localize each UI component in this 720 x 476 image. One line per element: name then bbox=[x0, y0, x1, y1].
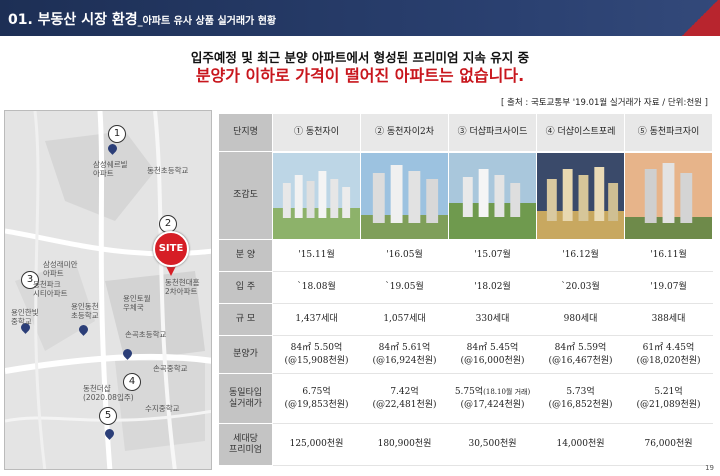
table-row-premium: 세대당 프리미엄 125,000천원 180,900천원 30,500천원 14… bbox=[218, 423, 713, 466]
map-label-samsung-raemian: 삼성래미안 아파트 bbox=[43, 260, 78, 278]
table-row-recent-price: 동일타입 실거래가 6.75억 (@19,853천원) 7.42억 (@22,481… bbox=[218, 373, 713, 424]
map-label-dongcheon-thesharp: 동천더샵 (2020.08입주) bbox=[83, 384, 134, 402]
rendering-image bbox=[448, 151, 537, 240]
table-cell: `20.03월 bbox=[536, 271, 625, 304]
table-cell: 180,900천원 bbox=[360, 423, 449, 466]
map-label-toweol-post: 용인토월 우체국 bbox=[123, 294, 151, 312]
table-row-move-in: 입 주 `18.08월 `19.05월 '18.02월 `20.03월 '19.… bbox=[218, 271, 713, 304]
map-label-samsung-cherville: 삼성쉐르빌 아파트 bbox=[93, 160, 128, 178]
table-cell: 61㎡ 4.45억 (@18,020천원) bbox=[624, 335, 713, 374]
apartment-rendering-1 bbox=[273, 152, 360, 239]
column-header: ① 동천자이 bbox=[272, 113, 361, 152]
table-cell: 84㎡ 5.50억 (@15,908천원) bbox=[272, 335, 361, 374]
table-cell: 84㎡ 5.45억 (@16,000천원) bbox=[448, 335, 537, 374]
table-cell: 30,500천원 bbox=[448, 423, 537, 466]
site-label: SITE bbox=[153, 231, 189, 267]
map-label-dongcheon-hyundai: 동천현대홈 2차아파트 bbox=[165, 278, 200, 296]
map-label-songok-elementary: 손곡초등학교 bbox=[125, 330, 167, 339]
site-pin: SITE bbox=[153, 231, 189, 277]
table-row-sale: 분 양 '15.11월 '16.05월 '15.07월 '16.12월 '16.… bbox=[218, 239, 713, 272]
row-label: 동일타입 실거래가 bbox=[218, 373, 273, 424]
map-label-dongcheon-parkcity: 동천파크 시티아파트 bbox=[33, 280, 68, 298]
apartment-rendering-4 bbox=[537, 152, 624, 239]
column-header: ⑤ 동천파크자이 bbox=[624, 113, 713, 152]
headline-emphasis: 분양가 이하로 가격이 떨어진 아파트는 없습니다. bbox=[195, 66, 525, 85]
header-accent bbox=[680, 0, 720, 36]
table-cell: '16.11월 bbox=[624, 239, 713, 272]
table-header-row: 단지명 ① 동천자이 ② 동천자이2차 ③ 더샵파크사이드 ④ 더샵이스트포레 … bbox=[218, 113, 713, 152]
rendering-image bbox=[624, 151, 713, 240]
table-cell: '19.07월 bbox=[624, 271, 713, 304]
page-number: 19 bbox=[705, 464, 714, 472]
table-cell: 980세대 bbox=[536, 303, 625, 336]
table-cell: 1,057세대 bbox=[360, 303, 449, 336]
row-label: 규 모 bbox=[218, 303, 273, 336]
row-label: 분양가 bbox=[218, 335, 273, 374]
apartment-rendering-3 bbox=[449, 152, 536, 239]
table-cell: 14,000천원 bbox=[536, 423, 625, 466]
header-bar: 01. 부동산 시장 환경_아파트 유사 상품 실거래가 현황 bbox=[0, 0, 720, 36]
map-label-hanbit-middle: 용인한빛 중학교 bbox=[11, 308, 39, 326]
table-cell: 6.75억 (@19,853천원) bbox=[272, 373, 361, 424]
row-label: 조감도 bbox=[218, 151, 273, 240]
table-row-scale: 규 모 1,437세대 1,057세대 330세대 980세대 388세대 bbox=[218, 303, 713, 336]
rendering-image bbox=[272, 151, 361, 240]
apartment-rendering-5 bbox=[625, 152, 712, 239]
table-cell: 5.73억 (@16,852천원) bbox=[536, 373, 625, 424]
column-header: ③ 더샵파크사이드 bbox=[448, 113, 537, 152]
table-cell: 1,437세대 bbox=[272, 303, 361, 336]
table-row-photo: 조감도 bbox=[218, 151, 713, 240]
table-cell: '15.11월 bbox=[272, 239, 361, 272]
source-note: [ 출처 : 국토교통부 '19.01월 실거래가 자료 / 단위:천원 ] bbox=[501, 98, 708, 108]
map-marker-1: 1 bbox=[108, 125, 126, 143]
map-marker-5: 5 bbox=[99, 407, 117, 425]
table-cell: 125,000천원 bbox=[272, 423, 361, 466]
table-cell: 84㎡ 5.59억 (@16,467천원) bbox=[536, 335, 625, 374]
location-map: 1 2 3 4 5 SITE 삼성쉐르빌 아파트 동천초등학교 삼성래미안 아파… bbox=[4, 110, 212, 470]
row-label: 입 주 bbox=[218, 271, 273, 304]
row-label: 분 양 bbox=[218, 239, 273, 272]
table-cell: 388세대 bbox=[624, 303, 713, 336]
table-cell: 330세대 bbox=[448, 303, 537, 336]
table-cell: '16.12월 bbox=[536, 239, 625, 272]
table-cell: '18.02월 bbox=[448, 271, 537, 304]
table-cell: `18.08월 bbox=[272, 271, 361, 304]
rendering-image bbox=[360, 151, 449, 240]
table-corner: 단지명 bbox=[218, 113, 273, 152]
table-cell: 5.75억(18.10월 거래) (@17,424천원) bbox=[448, 373, 537, 424]
comparison-table: 단지명 ① 동천자이 ② 동천자이2차 ③ 더샵파크사이드 ④ 더샵이스트포레 … bbox=[218, 113, 713, 466]
map-label-dongcheon-elementary: 동천초등학교 bbox=[147, 166, 189, 175]
table-cell: 84㎡ 5.61억 (@16,924천원) bbox=[360, 335, 449, 374]
table-cell: '15.07월 bbox=[448, 239, 537, 272]
header-title: 01. 부동산 시장 환경_아파트 유사 상품 실거래가 현황 bbox=[8, 12, 277, 28]
apartment-rendering-2 bbox=[361, 152, 448, 239]
table-cell: 5.21억 (@21,089천원) bbox=[624, 373, 713, 424]
table-row-price: 분양가 84㎡ 5.50억 (@15,908천원) 84㎡ 5.61억 (@16,9… bbox=[218, 335, 713, 374]
table-cell: 7.42억 (@22,481천원) bbox=[360, 373, 449, 424]
table-cell: 76,000천원 bbox=[624, 423, 713, 466]
row-label: 세대당 프리미엄 bbox=[218, 423, 273, 466]
table-cell: '16.05월 bbox=[360, 239, 449, 272]
column-header: ④ 더샵이스트포레 bbox=[536, 113, 625, 152]
rendering-image bbox=[536, 151, 625, 240]
map-label-dongcheon-elementary-2: 용인동천 초등학교 bbox=[71, 302, 99, 320]
table-cell: `19.05월 bbox=[360, 271, 449, 304]
map-label-songok-middle: 손곡중학교 bbox=[153, 364, 188, 373]
map-label-suji-middle: 수지중학교 bbox=[145, 404, 180, 413]
column-header: ② 동천자이2차 bbox=[360, 113, 449, 152]
